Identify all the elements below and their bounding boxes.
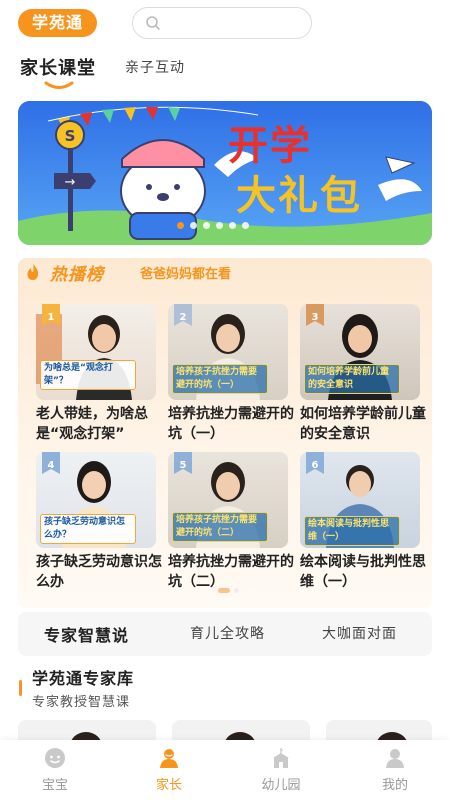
nav-item-kindergarten[interactable]: 幼儿园 xyxy=(236,740,326,800)
hot-list-subtitle: 爸爸妈妈都在看 xyxy=(140,267,232,282)
search-input[interactable] xyxy=(132,7,312,39)
banner-dot[interactable] xyxy=(216,222,223,229)
expert-library-subtitle: 专家教授智慧课 xyxy=(32,695,131,710)
banner-dot[interactable] xyxy=(229,222,236,229)
video-card[interactable]: 为啥总是“观念打架”？ 1 老人带娃，为啥总是“观念打架” xyxy=(36,304,156,454)
profile-icon xyxy=(386,749,404,768)
hot-list-title: 热播榜 xyxy=(50,265,104,285)
hot-list-pagination xyxy=(218,588,239,593)
rank-number: 6 xyxy=(311,460,319,471)
sign-letter: S xyxy=(65,127,76,145)
banner-dot[interactable] xyxy=(203,222,210,229)
banner-title-line2: 大礼包 xyxy=(236,173,362,219)
svg-text:→: → xyxy=(65,175,76,190)
video-title[interactable]: 绘本阅读与批判性思维（一） xyxy=(300,552,428,594)
rank-number: 2 xyxy=(179,312,187,323)
banner-pagination xyxy=(177,222,249,232)
rank-number: 4 xyxy=(47,460,55,471)
banner-dot[interactable] xyxy=(190,222,197,229)
app-logo[interactable]: 学苑通 xyxy=(18,9,98,37)
parent-icon xyxy=(160,749,178,768)
video-card[interactable]: 培养孩子抗挫力需要避开的坑（一） 2 培养抗挫力需避开的坑（一） xyxy=(168,304,294,454)
rank-badge: 3 xyxy=(306,304,324,326)
hot-list-dot[interactable] xyxy=(218,588,230,593)
tab-expert-face-to-face[interactable]: 大咖面对面 xyxy=(322,623,397,643)
video-caption: 为啥总是“观念打架”？ xyxy=(40,360,136,390)
baby-face-icon xyxy=(45,748,65,768)
video-caption: 孩子缺乏劳动意识怎么办？ xyxy=(40,514,136,544)
video-title[interactable]: 孩子缺乏劳动意识怎么办 xyxy=(36,552,164,594)
tab-parent-child[interactable]: 亲子互动 xyxy=(125,57,185,77)
rank-badge: 5 xyxy=(174,452,192,474)
rank-number: 3 xyxy=(311,312,319,323)
video-card[interactable]: 培养孩子抗挫力需要避开的坑（二） 5 培养抗挫力需避开的坑（二） xyxy=(168,452,294,602)
tab-parent-class[interactable]: 家长课堂 xyxy=(20,54,96,80)
video-title[interactable]: 培养抗挫力需避开的坑（一） xyxy=(168,404,296,446)
hot-list-header: 热播榜 爸爸妈妈都在看 xyxy=(18,258,432,288)
video-title[interactable]: 老人带娃，为啥总是“观念打架” xyxy=(36,404,164,446)
section-accent-bar xyxy=(19,680,22,696)
tab-active-indicator xyxy=(44,81,74,89)
video-caption: 如何培养学龄前儿童的安全意识 xyxy=(304,364,400,394)
rank-number: 1 xyxy=(47,312,55,323)
nav-item-profile[interactable]: 我的 xyxy=(350,740,440,800)
tab-parenting-guide[interactable]: 育儿全攻略 xyxy=(190,623,265,643)
hot-list-section: 热播榜 爸爸妈妈都在看 为啥总是“观念打架”？ 1 老人带娃，为啥总是“观念打架… xyxy=(18,258,432,608)
video-caption: 培养孩子抗挫力需要避开的坑（一） xyxy=(172,364,268,394)
bottom-navigation: 宝宝 家长 幼儿园 我的 xyxy=(0,740,450,800)
video-caption: 培养孩子抗挫力需要避开的坑（二） xyxy=(172,512,268,542)
top-bar: 学苑通 xyxy=(0,0,450,48)
search-icon xyxy=(146,16,160,30)
rank-badge: 1 xyxy=(42,304,60,326)
rank-badge: 2 xyxy=(174,304,192,326)
video-caption: 绘本阅读与批判性思维（一） xyxy=(304,516,400,546)
top-tabs: 家长课堂 亲子互动 xyxy=(0,48,450,92)
flame-icon xyxy=(27,264,39,280)
rank-number: 5 xyxy=(179,460,187,471)
banner-dot[interactable] xyxy=(177,222,184,229)
rank-badge: 4 xyxy=(42,452,60,474)
video-card[interactable]: 孩子缺乏劳动意识怎么办？ 4 孩子缺乏劳动意识怎么办 xyxy=(36,452,162,602)
nav-item-parent[interactable]: 家长 xyxy=(124,740,214,800)
nav-label: 家长 xyxy=(155,778,182,793)
rank-badge: 6 xyxy=(306,452,324,474)
banner-dot[interactable] xyxy=(242,222,249,229)
nav-label: 幼儿园 xyxy=(261,778,301,793)
expert-library-title: 学苑通专家库 xyxy=(32,669,135,688)
hot-list-dot[interactable] xyxy=(234,588,239,593)
section-tabs: 专家智慧说 育儿全攻略 大咖面对面 xyxy=(18,612,432,656)
nav-label: 我的 xyxy=(381,778,408,793)
video-title[interactable]: 如何培养学龄前儿童的安全意识 xyxy=(300,404,428,446)
kindergarten-icon xyxy=(273,748,289,768)
nav-item-baby[interactable]: 宝宝 xyxy=(10,740,100,800)
video-card[interactable]: 如何培养学龄前儿童的安全意识 3 如何培养学龄前儿童的安全意识 xyxy=(300,304,426,454)
nav-label: 宝宝 xyxy=(41,778,68,793)
tab-expert-wisdom[interactable]: 专家智慧说 xyxy=(44,622,129,646)
video-card[interactable]: 绘本阅读与批判性思维（一） 6 绘本阅读与批判性思维（一） xyxy=(300,452,426,602)
